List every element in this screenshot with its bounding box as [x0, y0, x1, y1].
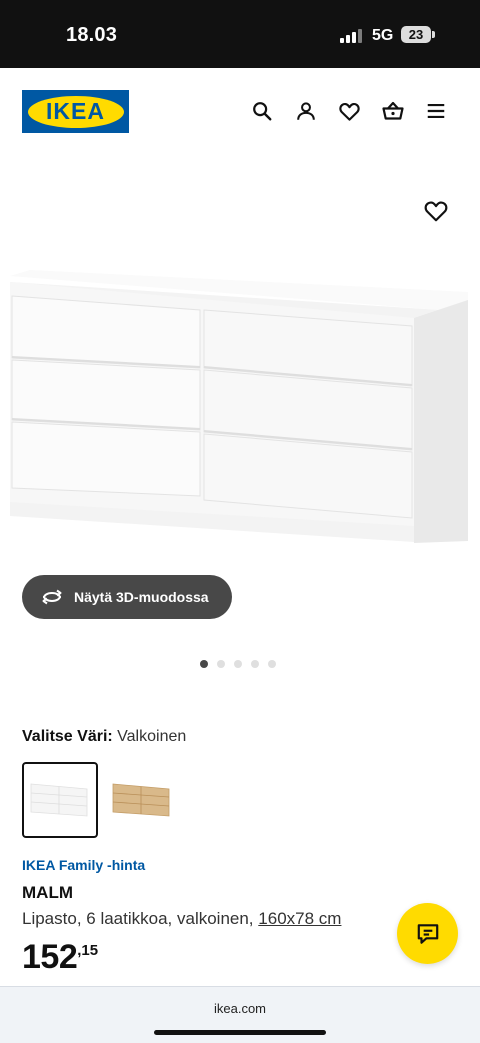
rotate-3d-icon	[42, 589, 62, 605]
heart-icon[interactable]	[336, 98, 362, 124]
site-header: IKEA	[0, 68, 480, 156]
price-decimals: ,15	[77, 942, 99, 959]
user-icon[interactable]	[293, 98, 319, 124]
white-dresser-thumbnail	[30, 783, 88, 817]
product-description: Lipasto, 6 laatikkoa, valkoinen, 160x78 …	[22, 909, 341, 929]
logo-oval: IKEA	[27, 95, 124, 128]
gallery-dot[interactable]	[251, 660, 259, 668]
battery-tip	[432, 31, 435, 38]
network-type: 5G	[372, 27, 394, 44]
status-bar: 18.03 5G 23	[0, 0, 480, 68]
signal-icon	[340, 29, 364, 43]
gallery-dot[interactable]	[268, 660, 276, 668]
status-time: 18.03	[66, 24, 118, 46]
product-name: MALM	[22, 883, 73, 902]
oak-dresser-thumbnail	[112, 783, 170, 817]
url-text[interactable]: ikea.com	[0, 1001, 480, 1016]
view-3d-label: Näytä 3D-muodossa	[74, 589, 209, 605]
chat-icon	[417, 923, 438, 944]
search-icon[interactable]	[249, 98, 275, 124]
ikea-logo[interactable]: IKEA	[22, 90, 129, 133]
color-value: Valkoinen	[117, 728, 187, 745]
gallery-dot[interactable]	[217, 660, 225, 668]
family-price-label: IKEA Family -hinta	[22, 857, 146, 873]
menu-icon[interactable]	[423, 98, 449, 124]
view-3d-button[interactable]: Näytä 3D-muodossa	[22, 575, 232, 619]
home-indicator[interactable]	[154, 1030, 326, 1035]
dimensions-link[interactable]: 160x78 cm	[258, 909, 341, 928]
battery-icon: 23	[401, 26, 431, 43]
add-to-wishlist-icon[interactable]	[423, 198, 451, 226]
gallery-pagination	[200, 660, 276, 670]
product-image	[10, 270, 468, 543]
browser-address-bar[interactable]: ikea.com	[0, 986, 480, 1043]
color-label: Valitse Väri:	[22, 728, 113, 745]
color-option-oak[interactable]	[104, 762, 180, 838]
description-text: Lipasto, 6 laatikkoa, valkoinen,	[22, 909, 254, 928]
gallery-dot[interactable]	[200, 660, 208, 668]
color-selector-label: Valitse Väri: Valkoinen	[22, 728, 186, 746]
product-image-gallery[interactable]	[0, 156, 480, 596]
color-option-white[interactable]	[22, 762, 98, 838]
price-integer: 152	[22, 938, 78, 976]
product-price: 152,15	[22, 938, 98, 977]
basket-icon[interactable]	[380, 98, 406, 124]
logo-text: IKEA	[46, 98, 105, 124]
chat-button[interactable]	[397, 903, 458, 964]
gallery-dot[interactable]	[234, 660, 242, 668]
